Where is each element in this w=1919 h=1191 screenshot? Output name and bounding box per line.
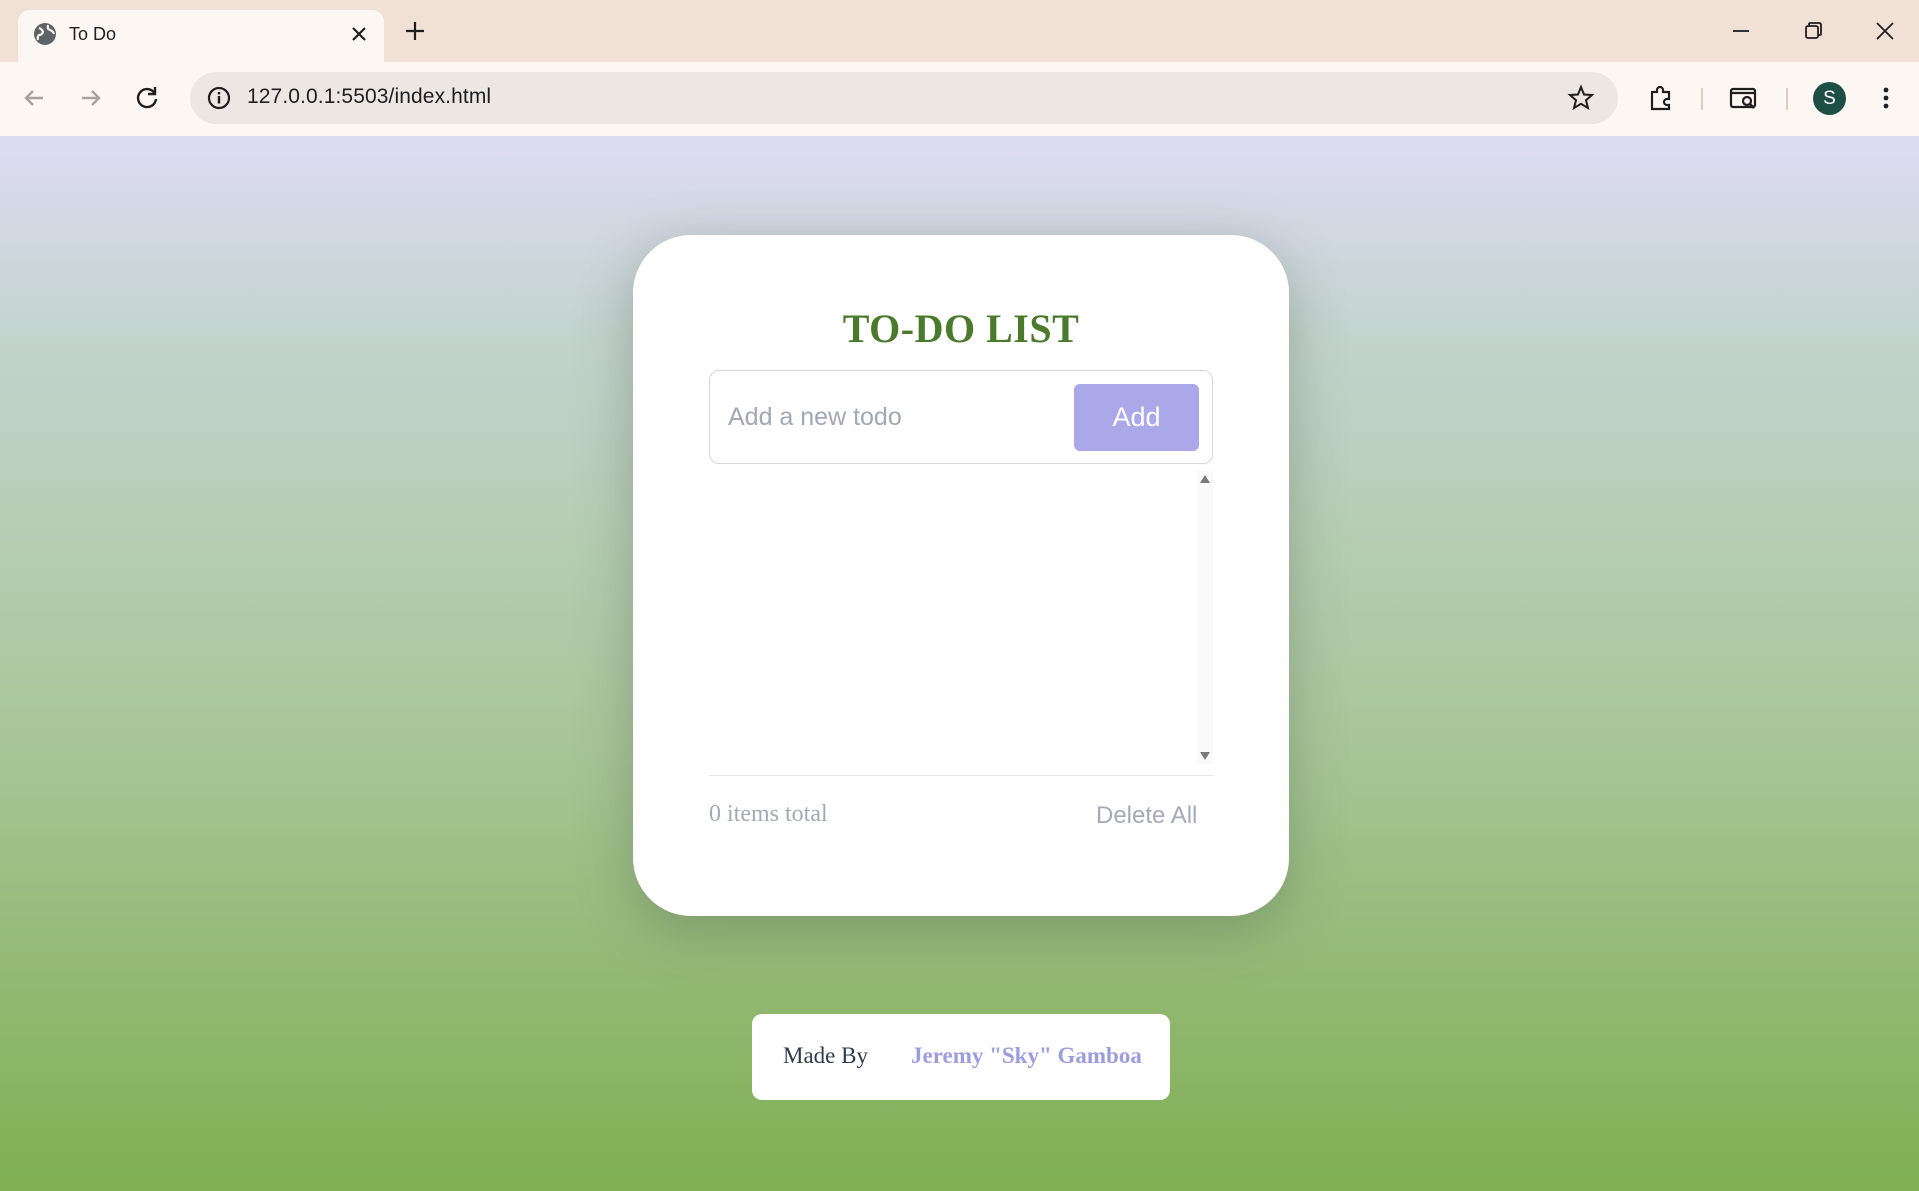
todo-list	[709, 471, 1213, 764]
add-button[interactable]: Add	[1074, 384, 1199, 451]
address-bar[interactable]: 127.0.0.1:5503/index.html	[190, 72, 1618, 124]
extensions-icon[interactable]	[1644, 81, 1678, 115]
todo-card: TO-DO LIST Add 0 items total Delete All	[633, 235, 1289, 916]
back-icon[interactable]	[17, 81, 51, 115]
scroll-down-arrow-icon[interactable]	[1200, 752, 1210, 760]
page-title: TO-DO LIST	[842, 306, 1080, 351]
credit-label: Made By	[783, 1043, 868, 1068]
toolbar-separator	[1701, 88, 1703, 110]
toolbar-separator	[1786, 88, 1788, 110]
list-divider	[709, 775, 1213, 776]
new-tab-icon[interactable]	[401, 17, 429, 45]
restore-icon[interactable]	[1798, 16, 1828, 46]
todo-input-group: Add	[709, 370, 1213, 464]
author-link[interactable]: Jeremy "Sky" Gamboa	[911, 1043, 1142, 1069]
items-count: 0 items total	[709, 801, 828, 827]
todo-input[interactable]	[726, 391, 1056, 443]
scroll-up-arrow-icon[interactable]	[1200, 475, 1210, 483]
tab-search-icon[interactable]	[1727, 81, 1761, 115]
page-viewport: TO-DO LIST Add 0 items total Delete All …	[0, 136, 1919, 1191]
minimize-icon[interactable]	[1726, 16, 1756, 46]
bookmark-star-icon[interactable]	[1566, 83, 1596, 113]
site-info-icon[interactable]	[204, 83, 234, 113]
profile-avatar[interactable]: S	[1813, 82, 1846, 115]
close-window-icon[interactable]	[1870, 16, 1900, 46]
browser-tab-strip: To Do	[0, 0, 1919, 62]
url-text[interactable]: 127.0.0.1:5503/index.html	[247, 85, 491, 109]
delete-all-button[interactable]: Delete All	[1096, 802, 1197, 830]
browser-toolbar: 127.0.0.1:5503/index.html S	[0, 62, 1919, 136]
credit-box: Made By Jeremy "Sky" Gamboa	[752, 1014, 1170, 1100]
globe-icon	[34, 23, 56, 45]
forward-icon[interactable]	[74, 81, 108, 115]
browser-tab[interactable]: To Do	[18, 10, 384, 62]
reload-icon[interactable]	[130, 81, 164, 115]
list-scrollbar[interactable]	[1197, 471, 1213, 764]
close-tab-icon[interactable]	[347, 22, 371, 46]
more-menu-icon[interactable]	[1869, 81, 1903, 115]
tab-title: To Do	[69, 24, 117, 44]
